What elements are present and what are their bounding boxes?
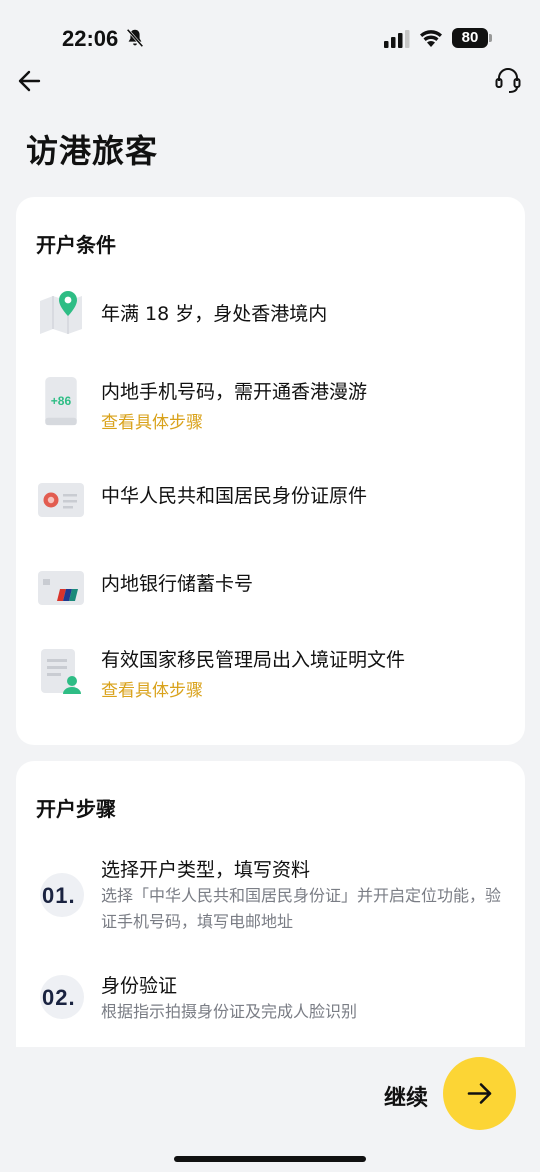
step-title: 选择开户类型，填写资料 <box>101 859 311 881</box>
requirements-title: 开户条件 <box>36 233 116 257</box>
step-number-badge: 02. <box>40 975 84 1019</box>
cellular-signal-icon <box>384 30 410 48</box>
customer-support-icon[interactable] <box>494 66 522 96</box>
steps-card: 开户步骤 01. 选择开户类型，填写资料 选择「中华人民共和国居民身份证」并开启… <box>16 761 525 1051</box>
requirement-text: 中华人民共和国居民身份证原件 <box>101 485 368 507</box>
view-steps-link[interactable]: 查看具体步骤 <box>101 408 203 433</box>
map-pin-icon <box>40 291 82 334</box>
requirement-item: 年满 18 岁，身处香港境内 <box>16 285 525 345</box>
requirement-text: 内地银行储蓄卡号 <box>101 573 254 595</box>
page-title: 访港旅客 <box>26 132 159 170</box>
status-time: 22:06 <box>62 26 119 51</box>
bank-card-icon <box>38 571 84 605</box>
home-indicator <box>174 1156 366 1162</box>
requirement-item: 中华人民共和国居民身份证原件 <box>16 475 525 535</box>
steps-title: 开户步骤 <box>36 797 116 821</box>
status-bar: 22:06 80 <box>0 0 540 80</box>
requirement-item: +86 内地手机号码，需开通香港漫游 查看具体步骤 <box>16 375 525 435</box>
battery-indicator: 80 <box>452 28 492 48</box>
bell-slash-icon <box>126 28 144 48</box>
phone-plus86-icon: +86 <box>45 377 77 426</box>
requirement-text: 有效国家移民管理局出入境证明文件 <box>101 649 406 671</box>
requirement-item: 内地银行储蓄卡号 <box>16 563 525 623</box>
view-steps-link[interactable]: 查看具体步骤 <box>101 676 203 701</box>
requirement-text: 年满 18 岁，身处香港境内 <box>101 303 328 325</box>
requirements-card: 开户条件 年满 18 岁，身处香港境内 +86 内地手机号码，需开通香港漫游 查… <box>16 197 525 745</box>
phone-country-code: +86 <box>51 394 72 408</box>
requirement-item: 有效国家移民管理局出入境证明文件 查看具体步骤 <box>16 643 525 703</box>
step-number: 01. <box>42 883 76 908</box>
requirement-text: 内地手机号码，需开通香港漫游 <box>101 381 368 403</box>
arrow-right-icon <box>467 1083 492 1104</box>
id-card-icon <box>38 483 84 517</box>
step-number-badge: 01. <box>40 873 84 917</box>
back-arrow-icon[interactable] <box>16 68 42 94</box>
continue-button[interactable] <box>443 1057 516 1130</box>
step-description: 根据指示拍摄身份证及完成人脸识别 <box>101 1002 358 1021</box>
continue-label[interactable]: 继续 <box>384 1080 428 1112</box>
wifi-icon <box>420 30 442 47</box>
step-title: 身份验证 <box>101 975 178 997</box>
document-person-icon <box>41 649 81 694</box>
step-number: 02. <box>42 985 76 1010</box>
step-description: 选择「中华人民共和国居民身份证」并开启定位功能，验证手机号码，填写电邮地址 <box>101 886 502 931</box>
